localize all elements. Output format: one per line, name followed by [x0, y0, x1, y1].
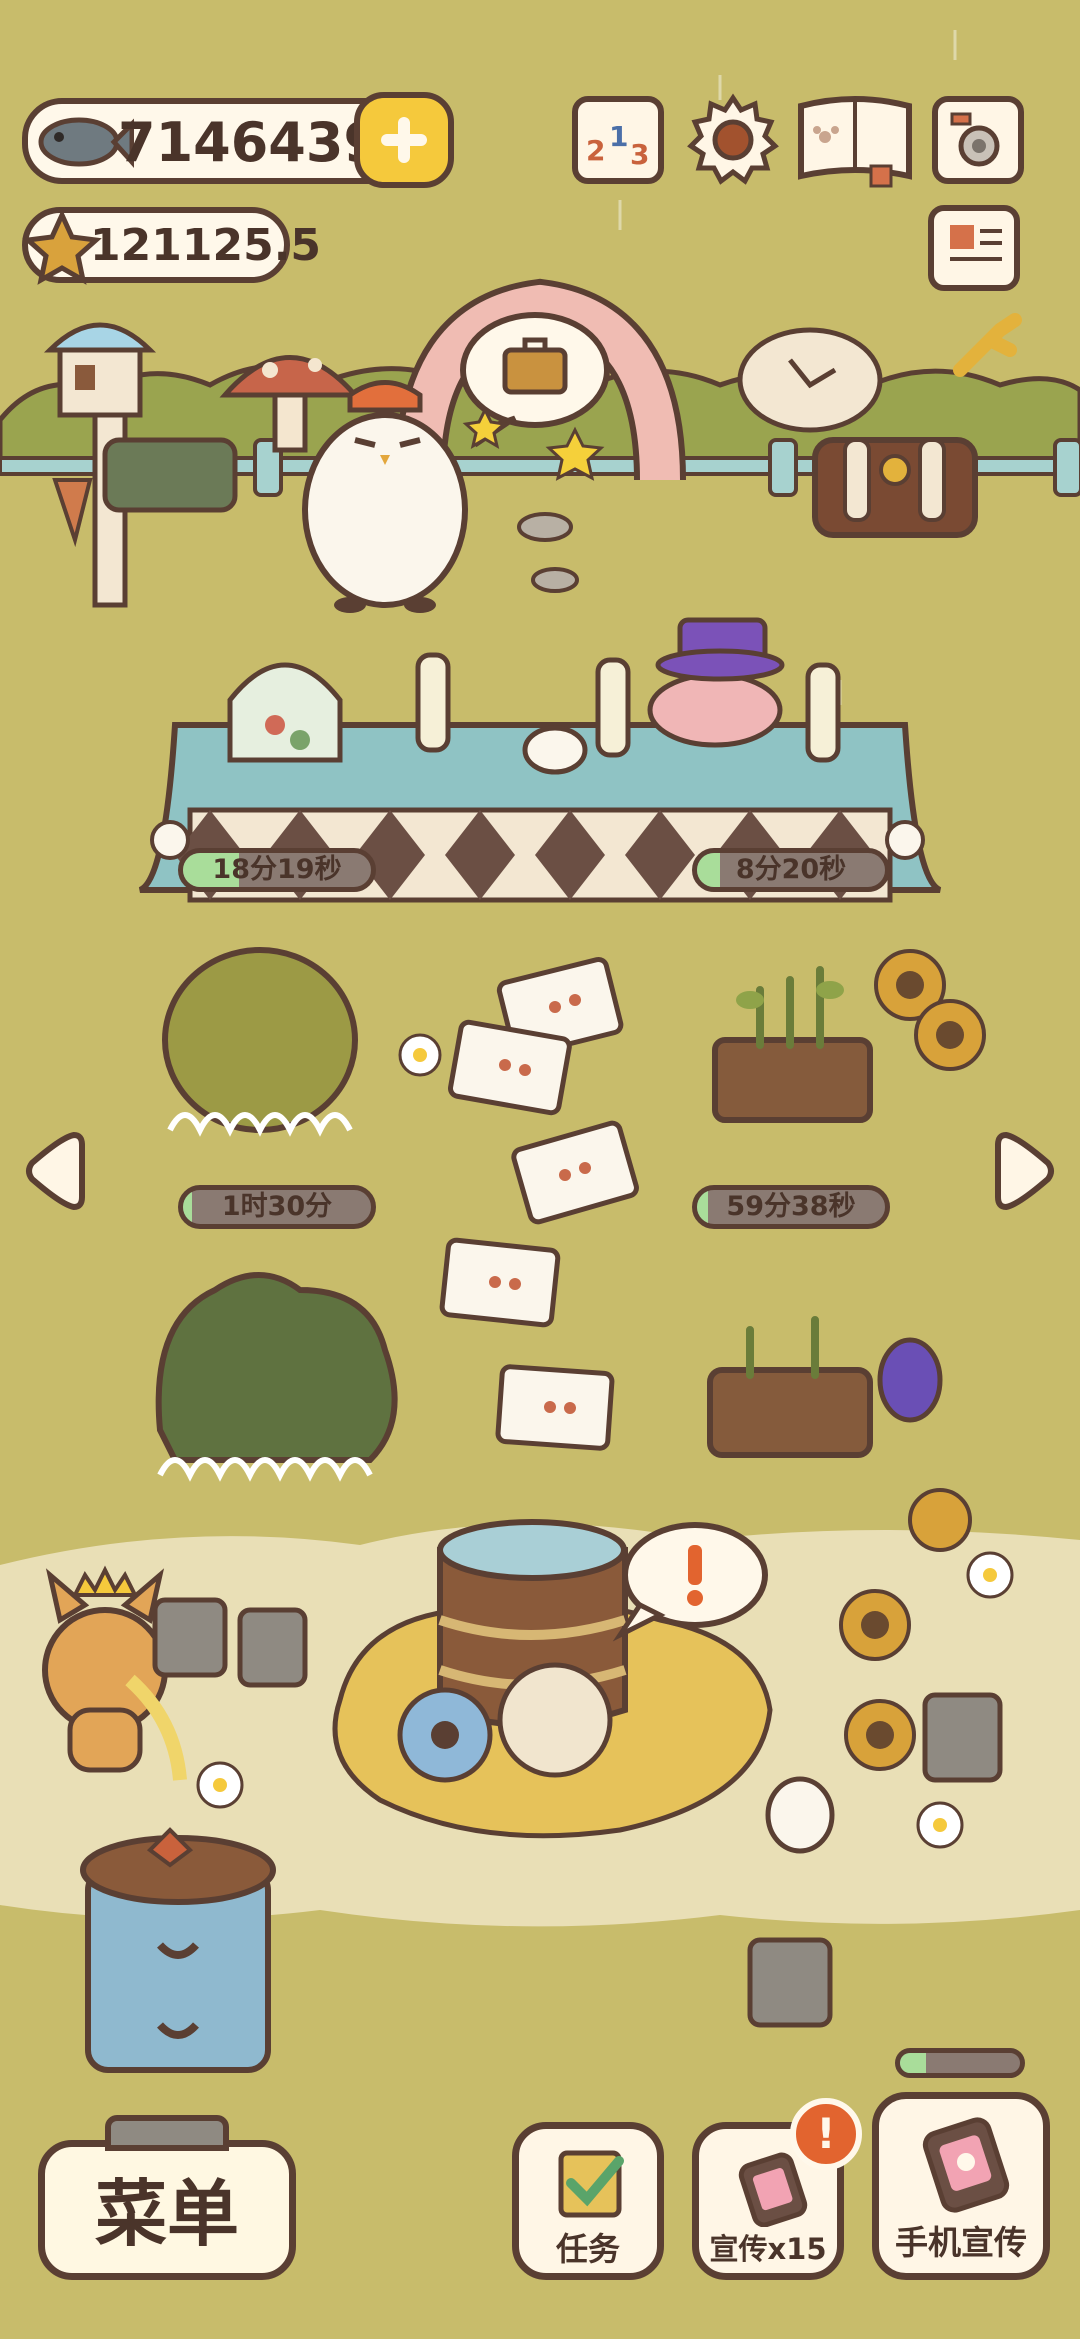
promotion-label: 宣传x15 — [709, 2232, 827, 2266]
bush-left-timer-text: 1时30分 — [221, 1191, 333, 1222]
table-left-timer-text: 18分19秒 — [212, 854, 342, 885]
ranking-button[interactable]: 2 1 3 — [572, 96, 664, 184]
camera-icon — [950, 112, 1000, 167]
plus-icon — [381, 117, 427, 163]
promo-progress-bar — [895, 2048, 1025, 2078]
ranking-icon: 2 1 3 — [586, 120, 649, 171]
clipboard-clip — [105, 2115, 229, 2151]
previous-area-button[interactable] — [22, 1125, 86, 1217]
album-button[interactable] — [795, 92, 915, 188]
svg-text:1: 1 — [609, 120, 628, 153]
plot-right-timer: 59分38秒 — [692, 1185, 890, 1229]
plot-right-timer-text: 59分38秒 — [726, 1191, 856, 1222]
phone-promo-icon — [738, 2152, 808, 2227]
star-currency-counter: 121125.5 — [22, 207, 321, 285]
next-area-button[interactable] — [994, 1125, 1058, 1217]
phone-promotion-label: 手机宣传 — [895, 2223, 1027, 2262]
svg-text:3: 3 — [630, 138, 649, 171]
menu-label: 菜单 — [94, 2172, 239, 2256]
arrow-right-icon — [995, 1131, 1054, 1211]
smartphone-icon — [922, 2117, 1010, 2213]
bush-left-timer: 1时30分 — [178, 1185, 376, 1229]
game-scene: 7146439 121125.5 2 1 3 18分19秒 8分20秒 1时30… — [0, 0, 1080, 2339]
promo-progress-fill — [900, 2053, 927, 2073]
scene-background — [0, 30, 1080, 2073]
svg-text:2: 2 — [586, 134, 605, 167]
add-currency-button[interactable] — [354, 92, 454, 188]
star-amount: 121125.5 — [90, 220, 322, 271]
newspaper-icon — [950, 225, 1002, 261]
settings-gear-icon — [687, 93, 779, 185]
table-right-timer-text: 8分20秒 — [735, 854, 847, 885]
table-right-timer: 8分20秒 — [692, 848, 890, 892]
promo-badge-text: ! — [816, 2109, 836, 2158]
phone-promotion-button[interactable]: 手机宣传 — [872, 2092, 1050, 2280]
table-left-timer: 18分19秒 — [178, 848, 376, 892]
arrow-left-icon — [26, 1131, 85, 1211]
fish-amount: 7146439 — [118, 111, 382, 174]
checklist-icon — [558, 2150, 624, 2218]
album-book-icon — [798, 96, 912, 188]
task-button[interactable]: 任务 — [512, 2122, 664, 2280]
task-label: 任务 — [555, 2230, 620, 2268]
promo-notification-badge: ! — [790, 2098, 862, 2170]
menu-button[interactable]: 菜单 — [38, 2115, 296, 2280]
newspaper-button[interactable] — [928, 205, 1020, 291]
settings-button[interactable] — [685, 92, 781, 188]
camera-button[interactable] — [932, 96, 1024, 184]
